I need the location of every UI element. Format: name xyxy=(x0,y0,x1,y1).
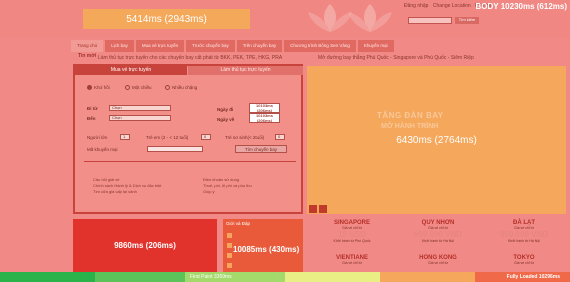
baggage-policy-link[interactable]: Chính sách Hành lý & Dịch vụ đặc biệt xyxy=(93,183,161,188)
nav-on-flight[interactable]: Trên chuyến bay xyxy=(236,40,283,52)
radio-label: Khứ hồi xyxy=(94,85,110,90)
find-flights-button[interactable]: Tìm chuyến bay xyxy=(235,145,287,153)
fully-loaded-label: Fully Loaded 10296ms xyxy=(506,274,560,280)
destination-price: 18 USD xyxy=(337,230,366,239)
promo-code-label: Mã khuyến mại xyxy=(87,147,118,152)
load-timeline xyxy=(0,272,570,282)
destination-route: Khởi hành từ Hà Nội xyxy=(421,239,455,243)
slider-next-button[interactable] xyxy=(319,205,327,213)
list-bullet-icon xyxy=(227,243,232,248)
search-input[interactable] xyxy=(408,17,452,24)
destination-card[interactable]: ĐÀ LẠT Giá vé chỉ từ 999.000 VND Khởi hà… xyxy=(482,220,566,243)
destination-card[interactable]: SINGAPORE Giá vé chỉ từ 18 USD Khởi hành… xyxy=(310,220,394,243)
header: 5414ms (2943ms) Đăng nhập Change Locatio… xyxy=(0,0,570,38)
destination-from: Giá vé chỉ từ xyxy=(342,261,362,265)
nav-lotusmiles[interactable]: Chương trình Bông Sen Vàng xyxy=(284,40,356,52)
round-trip-radio[interactable]: Khứ hồi xyxy=(87,85,110,90)
left-timing-block: 9860ms (206ms) xyxy=(73,219,217,272)
nav-buy-online[interactable]: Mua vé trực tuyến xyxy=(135,40,185,52)
nav-schedule[interactable]: Lịch bay xyxy=(105,40,134,52)
terms-link[interactable]: Điều khoản sử dụng xyxy=(203,177,239,182)
slider-prev-button[interactable] xyxy=(309,205,317,213)
divider xyxy=(84,161,296,162)
news-link[interactable]: Làm thủ tục trực tuyến cho các chuyến ba… xyxy=(98,55,282,61)
radio-checked-icon xyxy=(87,85,92,90)
destination-route: Khởi hành từ Hà Nội xyxy=(507,239,541,243)
destination-card[interactable]: TOKYO Giá vé chỉ từ xyxy=(482,255,566,265)
destination-price: 999.000 VND xyxy=(499,230,549,239)
depart-label: Ngày đi xyxy=(217,107,234,112)
infant-label: Trẻ sơ sinh(< 2tuổi) xyxy=(225,135,265,140)
faq-title: Giới và Đáp xyxy=(226,221,250,226)
destination-price: 999.000 VND xyxy=(413,230,463,239)
lotus-decoration-icon xyxy=(348,4,392,32)
main-nav: Trang chủ Lịch bay Mua vé trực tuyến Trư… xyxy=(71,40,396,52)
child-label: Trẻ em (2 - < 12 tuổi) xyxy=(146,135,189,140)
multi-city-radio[interactable]: Nhiều chặng xyxy=(165,85,197,90)
return-date-input[interactable]: 10103ms (206ms) xyxy=(249,113,280,123)
adult-label: Người lớn xyxy=(87,135,108,140)
slider-controls xyxy=(309,205,327,213)
destination-from: Giá vé chỉ từ xyxy=(514,261,534,265)
faq-timing-label: 10085ms (430ms) xyxy=(233,245,300,254)
nav-promotions[interactable]: Khuyến mại xyxy=(357,40,394,52)
infant-select[interactable]: 0 xyxy=(275,134,285,140)
faq-box: Giới và Đáp 10085ms (430ms) xyxy=(223,219,303,272)
destination-grid: SINGAPORE Giá vé chỉ từ 18 USD Khởi hành… xyxy=(310,219,566,272)
tab-online-checkin[interactable]: Làm thủ tục trực tuyến xyxy=(188,66,303,75)
destination-card[interactable]: QUY NHƠN Giá vé chỉ từ 999.000 VND Khởi … xyxy=(396,220,480,243)
radio-icon xyxy=(125,85,130,90)
depart-date-input[interactable]: 10103ms (206ms) xyxy=(249,103,280,113)
promo-timing-label: 6430ms (2764ms) xyxy=(396,134,477,146)
return-label: Ngày về xyxy=(217,117,235,122)
from-select[interactable]: Chọn xyxy=(109,105,171,111)
fare-link[interactable]: Tìm cửa giá cấp lại vành xyxy=(93,189,137,194)
list-bullet-icon xyxy=(227,253,232,258)
first-paint-label: First Paint 3369ms xyxy=(190,274,232,280)
news-link[interactable]: Mở đường bay thẳng Phú Quốc - Singapore … xyxy=(318,55,474,61)
timeline-segment xyxy=(95,272,185,282)
child-select[interactable]: 0 xyxy=(201,134,211,140)
destination-route: Khởi hành từ Phú Quốc xyxy=(333,239,371,243)
radio-icon xyxy=(165,85,170,90)
to-select[interactable]: Chọn xyxy=(109,115,171,121)
tab-buy-ticket[interactable]: Mua vé trực tuyến xyxy=(75,66,187,75)
faq-link[interactable]: Câu hỏi giải về xyxy=(93,177,119,182)
change-location-link[interactable]: Change Location xyxy=(433,3,471,9)
timeline-segment xyxy=(380,272,475,282)
promo-code-input[interactable] xyxy=(147,146,203,152)
adult-select[interactable]: 1 xyxy=(120,134,130,140)
promo-banner[interactable]: TĂNG ĐÀN BAY MỞ HÀNH TRÌNH 6430ms (2764m… xyxy=(307,66,566,214)
login-link[interactable]: Đăng nhập xyxy=(404,3,428,9)
help-link[interactable]: Giúp ý xyxy=(203,189,215,194)
radio-label: Nhiều chặng xyxy=(172,85,198,90)
destination-card[interactable]: HONG KONG Giá vé chỉ từ xyxy=(396,255,480,265)
body-timing-label: BODY 10230ms (612ms) xyxy=(475,2,567,11)
list-bullet-icon xyxy=(227,263,232,268)
list-bullet-icon xyxy=(227,233,232,238)
nav-home[interactable]: Trang chủ xyxy=(71,40,104,52)
destination-from: Giá vé chỉ từ xyxy=(428,261,448,265)
timeline-segment xyxy=(0,272,95,282)
nav-before-flight[interactable]: Trước chuyến bay xyxy=(186,40,235,52)
to-label: Đến xyxy=(87,116,96,121)
logo-timing[interactable]: 5414ms (2943ms) xyxy=(83,9,250,29)
destination-card[interactable]: VIENTIANE Giá vé chỉ từ xyxy=(310,255,394,265)
search-button[interactable]: Tìm kiếm xyxy=(455,17,479,24)
promo-subline: MỞ HÀNH TRÌNH xyxy=(381,123,439,130)
timeline-segment xyxy=(285,272,380,282)
fees-link[interactable]: Thuế, phí, lệ phí và phụ thu xyxy=(203,183,252,188)
booking-form: Mua vé trực tuyến Làm thủ tục trực tuyến… xyxy=(73,64,303,214)
from-label: Đi từ xyxy=(87,106,98,111)
news-label: Tin mới xyxy=(78,53,97,59)
promo-headline: TĂNG ĐÀN BAY xyxy=(377,111,444,120)
one-way-radio[interactable]: Một chiều xyxy=(125,85,152,90)
radio-label: Một chiều xyxy=(132,85,152,90)
